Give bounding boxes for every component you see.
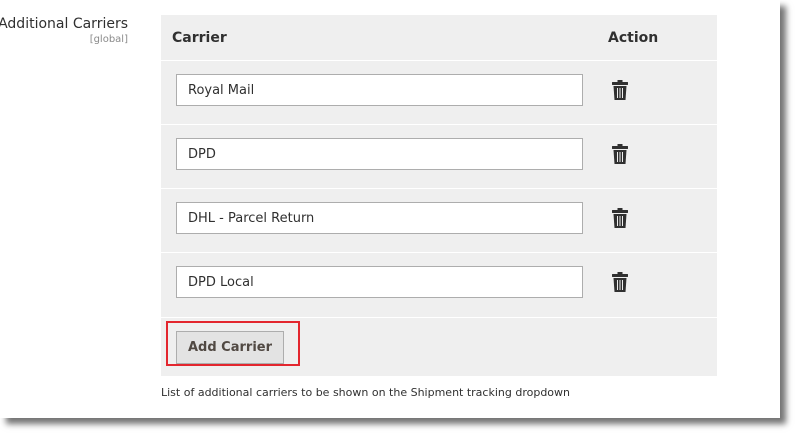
table-row [161,60,717,124]
grid-footer: Add Carrier [161,317,717,376]
add-carrier-button[interactable]: Add Carrier [176,331,284,364]
field-label: Additional Carriers [global] [0,14,128,46]
delete-row-button[interactable] [609,76,631,104]
delete-row-button[interactable] [609,204,631,232]
field-note: List of additional carriers to be shown … [161,386,571,399]
column-header-action: Action [608,30,659,46]
delete-row-button[interactable] [609,140,631,168]
trash-icon [612,80,628,100]
trash-icon [612,144,628,164]
field-scope: [global] [89,34,128,45]
delete-row-button[interactable] [609,268,631,296]
carrier-input[interactable] [176,202,583,234]
field-title: Additional Carriers [0,16,128,32]
table-row [161,188,717,252]
carrier-input[interactable] [176,138,583,170]
carrier-input[interactable] [176,266,583,298]
column-header-carrier: Carrier [172,30,227,46]
config-panel: Additional Carriers [global] Carrier Act… [0,0,780,418]
grid-header: Carrier Action [161,15,717,60]
table-row [161,124,717,188]
carriers-grid: Carrier Action Royal Mail DPD DHL - Parc… [161,15,717,376]
table-row [161,252,717,316]
trash-icon [612,272,628,292]
trash-icon [612,208,628,228]
carrier-input[interactable] [176,74,583,106]
